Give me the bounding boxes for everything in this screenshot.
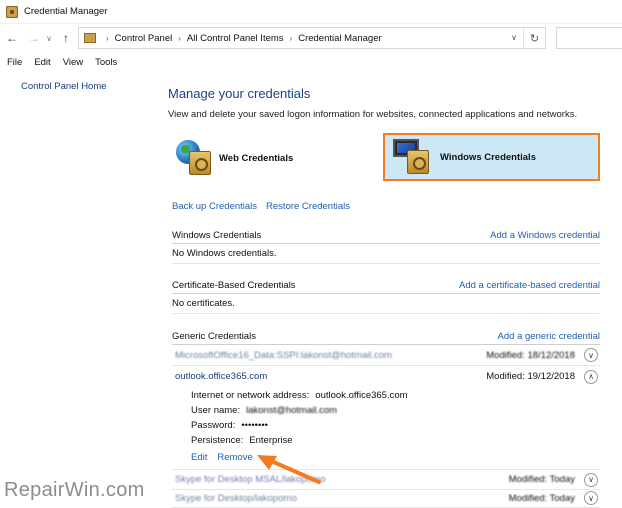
- breadcrumb-control-panel[interactable]: Control Panel: [115, 33, 173, 44]
- backup-restore-links: Back up Credentials Restore Credentials: [172, 201, 350, 212]
- menu-view[interactable]: View: [63, 57, 83, 68]
- detail-persistence-label: Persistence:: [191, 435, 244, 446]
- detail-username-label: User name:: [191, 405, 241, 416]
- credential-name: outlook.office365.com: [175, 371, 268, 382]
- backup-credentials-link[interactable]: Back up Credentials: [172, 201, 257, 212]
- recent-locations-chevron-icon[interactable]: ∨: [44, 30, 54, 46]
- search-input[interactable]: [556, 27, 622, 49]
- menu-tools[interactable]: Tools: [95, 57, 117, 68]
- menu-edit[interactable]: Edit: [34, 57, 50, 68]
- credential-actions: Edit Remove: [191, 452, 253, 463]
- web-credentials-tile[interactable]: Web Credentials: [172, 134, 377, 182]
- list-item[interactable]: Skype for Desktop/lakoporno Modified: To…: [172, 489, 600, 508]
- web-credentials-label: Web Credentials: [219, 152, 294, 164]
- breadcrumb-separator-icon[interactable]: ›: [106, 34, 109, 43]
- add-generic-credential-link[interactable]: Add a generic credential: [498, 331, 600, 342]
- detail-username: User name: lakonst@hotmail.com: [191, 405, 337, 416]
- back-arrow-icon[interactable]: ←: [4, 30, 20, 46]
- detail-address-label: Internet or network address:: [191, 390, 310, 401]
- certificate-credentials-header: Certificate-Based Credentials Add a cert…: [172, 278, 600, 294]
- control-panel-folder-icon: [84, 33, 96, 43]
- navigation-bar: ← → ∨ ↑ › Control Panel › All Control Pa…: [0, 24, 622, 52]
- list-item[interactable]: MicrosoftOffice16_Data:SSPI:lakonst@hotm…: [172, 345, 600, 366]
- certificate-credentials-section: Certificate-Based Credentials Add a cert…: [172, 278, 600, 314]
- remove-credential-link[interactable]: Remove: [217, 452, 252, 463]
- credential-modified: Modified: Today: [508, 492, 575, 504]
- windows-credentials-label: Windows Credentials: [440, 151, 536, 163]
- add-windows-credential-link[interactable]: Add a Windows credential: [490, 230, 600, 241]
- credential-modified: Modified: 19/12/2018: [486, 371, 575, 382]
- detail-address: Internet or network address: outlook.offi…: [191, 390, 408, 401]
- annotation-arrow-icon: [257, 455, 321, 484]
- breadcrumb-separator-icon[interactable]: ›: [290, 34, 293, 43]
- detail-persistence: Persistence: Enterprise: [191, 435, 293, 446]
- generic-credentials-title: Generic Credentials: [172, 331, 256, 342]
- address-bar[interactable]: › Control Panel › All Control Panel Item…: [78, 27, 546, 49]
- windows-credentials-section: Windows Credentials Add a Windows creden…: [172, 228, 600, 264]
- breadcrumb-all-items[interactable]: All Control Panel Items: [187, 33, 284, 44]
- certificate-credentials-empty: No certificates.: [172, 294, 600, 314]
- credential-modified: Modified: Today: [508, 474, 575, 485]
- breadcrumb-separator-icon[interactable]: ›: [178, 34, 181, 43]
- menu-file[interactable]: File: [7, 57, 22, 68]
- edit-credential-link[interactable]: Edit: [191, 452, 207, 463]
- detail-password-value: ••••••••: [241, 420, 268, 431]
- page-title: Manage your credentials: [168, 86, 311, 101]
- expand-chevron-icon[interactable]: ∨: [584, 472, 598, 487]
- detail-password-label: Password:: [191, 420, 236, 431]
- credential-modified: Modified: 18/12/2018: [486, 349, 575, 361]
- web-credentials-icon: [176, 138, 216, 178]
- certificate-credentials-title: Certificate-Based Credentials: [172, 280, 296, 291]
- refresh-icon[interactable]: ↻: [523, 28, 545, 48]
- generic-credentials-section: Generic Credentials Add a generic creden…: [172, 329, 600, 345]
- windows-credentials-empty: No Windows credentials.: [172, 244, 600, 264]
- expand-chevron-icon[interactable]: ∨: [584, 491, 598, 505]
- credential-name: Skype for Desktop/lakoporno: [175, 492, 297, 504]
- watermark: RepairWin.com: [4, 479, 145, 501]
- windows-credentials-icon: [393, 137, 437, 177]
- detail-username-value: lakonst@hotmail.com: [246, 405, 338, 416]
- add-certificate-credential-link[interactable]: Add a certificate-based credential: [459, 280, 600, 291]
- detail-password: Password: ••••••••: [191, 420, 268, 431]
- address-dropdown-chevron-icon[interactable]: ∨: [511, 33, 517, 42]
- detail-address-value: outlook.office365.com: [315, 390, 408, 401]
- detail-persistence-value: Enterprise: [249, 435, 293, 446]
- window-title: Credential Manager: [24, 6, 108, 17]
- windows-credentials-header: Windows Credentials Add a Windows creden…: [172, 228, 600, 244]
- breadcrumb-credential-manager[interactable]: Credential Manager: [298, 33, 381, 44]
- page-description: View and delete your saved logon informa…: [168, 109, 578, 120]
- menu-bar: File Edit View Tools: [0, 54, 622, 70]
- up-arrow-icon[interactable]: ↑: [58, 30, 74, 46]
- generic-credentials-header: Generic Credentials Add a generic creden…: [172, 329, 600, 345]
- forward-arrow-icon[interactable]: →: [26, 30, 42, 46]
- windows-credentials-tile[interactable]: Windows Credentials: [383, 133, 600, 181]
- collapse-chevron-icon[interactable]: ∧: [584, 369, 598, 384]
- restore-credentials-link[interactable]: Restore Credentials: [266, 201, 350, 212]
- title-bar: Credential Manager: [0, 0, 622, 24]
- control-panel-home-link[interactable]: Control Panel Home: [21, 81, 107, 92]
- credential-manager-icon: [6, 5, 18, 18]
- list-item[interactable]: Skype for Desktop MSAL/lakoporno Modifie…: [172, 469, 600, 490]
- windows-credentials-title: Windows Credentials: [172, 230, 262, 241]
- list-item-expanded[interactable]: outlook.office365.com Modified: 19/12/20…: [172, 366, 600, 387]
- expand-chevron-icon[interactable]: ∨: [584, 348, 598, 362]
- credential-name: MicrosoftOffice16_Data:SSPI:lakonst@hotm…: [175, 349, 392, 361]
